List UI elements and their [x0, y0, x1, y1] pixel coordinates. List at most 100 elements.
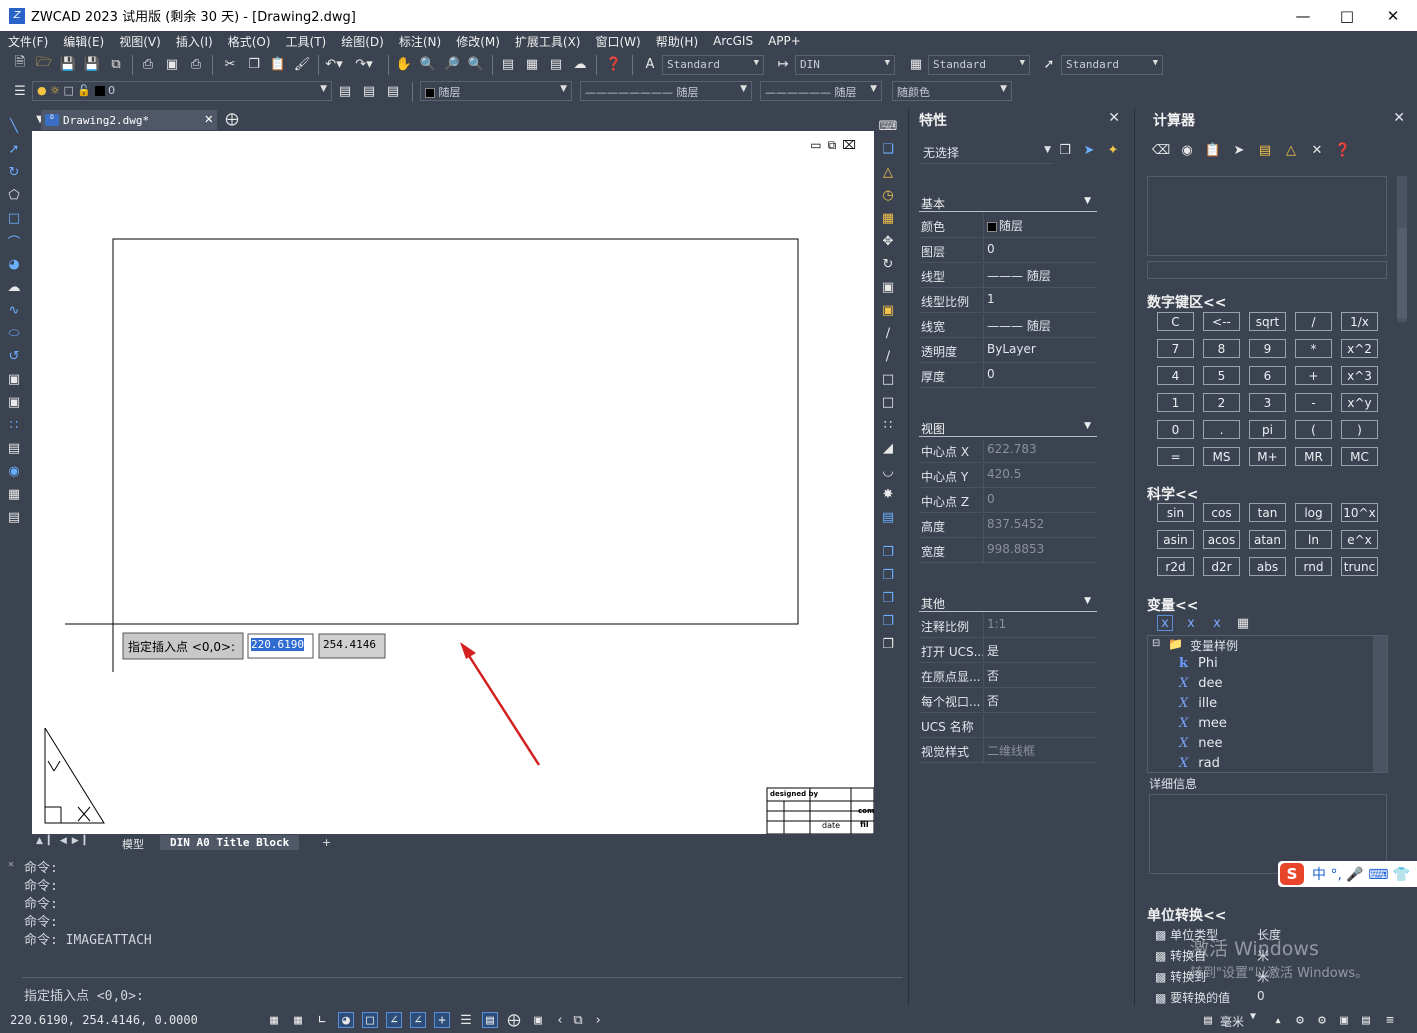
copy-object-icon[interactable]: ❏: [880, 141, 896, 157]
calc-key[interactable]: 1: [1157, 393, 1194, 412]
insert-y-input[interactable]: 254.4146: [323, 638, 376, 651]
prop-row-width[interactable]: 宽度 998.8853: [919, 539, 1097, 563]
bring-above-icon[interactable]: ❐: [880, 613, 896, 629]
revision-cloud-icon[interactable]: ☁: [6, 279, 22, 295]
sci-key[interactable]: asin: [1157, 530, 1194, 549]
sci-key[interactable]: trunc: [1341, 557, 1378, 576]
intersection-icon[interactable]: ✕: [1309, 142, 1325, 158]
publish-icon[interactable]: ⎙: [188, 56, 204, 72]
save-as-icon[interactable]: 💾: [84, 56, 100, 72]
maximize-button[interactable]: □: [1324, 0, 1370, 31]
layer-state-icon[interactable]: ▤: [385, 83, 401, 99]
sci-key[interactable]: abs: [1249, 557, 1286, 576]
delete-variable-icon[interactable]: x: [1209, 615, 1225, 631]
erase-icon[interactable]: ⌨: [879, 118, 898, 134]
annotation-monitor-icon[interactable]: ▣: [530, 1012, 546, 1028]
scale-icon[interactable]: ▣: [880, 279, 896, 295]
new-file-icon[interactable]: 🗎: [12, 55, 28, 72]
cut-icon[interactable]: ✂: [222, 56, 238, 72]
sci-key[interactable]: cos: [1203, 503, 1240, 522]
calc-key[interactable]: +: [1295, 366, 1332, 385]
spline-icon[interactable]: ∿: [6, 302, 22, 318]
selection-cycling-icon[interactable]: ⨁: [506, 1012, 522, 1028]
color-select[interactable]: 随层 ▼: [420, 81, 572, 101]
trim-icon[interactable]: ∕: [880, 325, 896, 341]
calc-key[interactable]: 1/x: [1341, 312, 1378, 331]
table-style-select[interactable]: Standard ▼: [928, 55, 1030, 75]
variable-item[interactable]: k Phi: [1179, 656, 1218, 671]
chamfer-icon[interactable]: ◢: [880, 440, 896, 456]
menu-file[interactable]: 文件(F): [0, 33, 55, 50]
paste-to-command-icon[interactable]: 📋: [1205, 142, 1221, 158]
snap-grid-icon[interactable]: ▦: [266, 1012, 282, 1028]
menu-dimension[interactable]: 标注(N): [391, 33, 448, 50]
unit-value[interactable]: 0: [1257, 989, 1265, 1003]
dynamic-input-icon[interactable]: +: [434, 1012, 450, 1028]
hardware-acceleration-icon[interactable]: ▤: [1358, 1012, 1374, 1028]
minimize-button[interactable]: —: [1280, 0, 1326, 31]
menu-modify[interactable]: 修改(M): [448, 33, 507, 50]
select-objects-icon[interactable]: ➤: [1081, 142, 1097, 158]
prop-row-visual-style[interactable]: 视觉样式 二维线框: [919, 739, 1097, 763]
menu-tools[interactable]: 工具(T): [278, 33, 334, 50]
calc-key[interactable]: MR: [1295, 447, 1332, 466]
prop-row-transparency[interactable]: 透明度 ByLayer: [919, 339, 1097, 363]
stretch-icon[interactable]: ▣: [880, 302, 896, 318]
transparency-icon[interactable]: ▤: [482, 1012, 498, 1028]
sci-key[interactable]: rnd: [1295, 557, 1332, 576]
copy-icon[interactable]: ❐: [246, 56, 262, 72]
help-icon[interactable]: ❓: [1335, 142, 1351, 158]
menu-draw[interactable]: 绘图(D): [333, 33, 391, 50]
calc-key[interactable]: 6: [1249, 366, 1286, 385]
rectangle-icon[interactable]: □: [6, 210, 22, 226]
quick-select-icon[interactable]: ✦: [1105, 142, 1121, 158]
tab-add-layout[interactable]: +: [312, 835, 341, 850]
workspace-icon[interactable]: ⚙: [1292, 1012, 1308, 1028]
region-icon[interactable]: ◉: [6, 463, 22, 479]
match-properties-icon[interactable]: 🖌: [294, 56, 311, 72]
properties-icon[interactable]: ▤: [500, 56, 516, 72]
prop-row-layer[interactable]: 图层 0: [919, 239, 1097, 263]
array-icon[interactable]: ▦: [880, 210, 896, 226]
polyline-icon[interactable]: ↻: [6, 164, 22, 180]
unit-conversion-header[interactable]: 单位转换<<: [1147, 905, 1226, 925]
calc-key[interactable]: 0: [1157, 420, 1194, 439]
fillet-icon[interactable]: ◡: [880, 463, 896, 479]
open-folder-icon[interactable]: 🗁: [36, 55, 52, 72]
redo-icon[interactable]: ↷▾: [355, 56, 372, 72]
prop-row-height[interactable]: 高度 837.5452: [919, 514, 1097, 538]
command-close-icon[interactable]: ✕: [8, 859, 14, 870]
sci-key[interactable]: sin: [1157, 503, 1194, 522]
keypad-header[interactable]: 数字键区<<: [1147, 292, 1226, 312]
get-coordinates-icon[interactable]: ➤: [1231, 142, 1247, 158]
offset-icon[interactable]: ◷: [880, 187, 896, 203]
sci-key[interactable]: e^x: [1341, 530, 1378, 549]
paste-icon[interactable]: 📋: [270, 56, 286, 72]
chevron-right-icon[interactable]: ›: [590, 1012, 606, 1028]
text-style-select[interactable]: Standard ▼: [662, 55, 764, 75]
menu-extend-tools[interactable]: 扩展工具(X): [507, 33, 588, 50]
construction-line-icon[interactable]: ➚: [6, 141, 22, 157]
lineweight-select[interactable]: —————— 随层 ▼: [760, 81, 882, 101]
hatch-icon[interactable]: ▤: [6, 440, 22, 456]
table-icon[interactable]: ▦: [6, 486, 22, 502]
annotation-scale-icon[interactable]: ▴: [1270, 1012, 1286, 1028]
menu-format[interactable]: 格式(O): [220, 33, 278, 50]
drawing-canvas[interactable]: ▭⧉⌧ 指定插入点 <0,0>: 220.6190 254.4146 desig…: [32, 131, 874, 834]
calc-key[interactable]: x^y: [1341, 393, 1378, 412]
section-basic[interactable]: 基本 ▼: [919, 192, 1097, 212]
menu-view[interactable]: 视图(V): [111, 33, 168, 50]
unit-label[interactable]: 毫米: [1220, 1013, 1244, 1030]
markup-icon[interactable]: ☁: [572, 56, 588, 72]
insert-block-icon[interactable]: ▣: [6, 371, 22, 387]
polar-icon[interactable]: ◕: [338, 1012, 354, 1028]
ellipse-arc-icon[interactable]: ↺: [6, 348, 22, 364]
toggle-pickadd-icon[interactable]: ❐: [1057, 142, 1073, 158]
save-icon[interactable]: 💾: [60, 56, 76, 72]
point-icon[interactable]: ∷: [6, 417, 22, 433]
calc-input-field[interactable]: [1147, 261, 1387, 279]
print-preview-icon[interactable]: ▣: [164, 56, 180, 72]
calc-key[interactable]: 8: [1203, 339, 1240, 358]
line-icon[interactable]: ╲: [6, 118, 22, 134]
new-tab-icon[interactable]: ⨁: [224, 111, 240, 127]
